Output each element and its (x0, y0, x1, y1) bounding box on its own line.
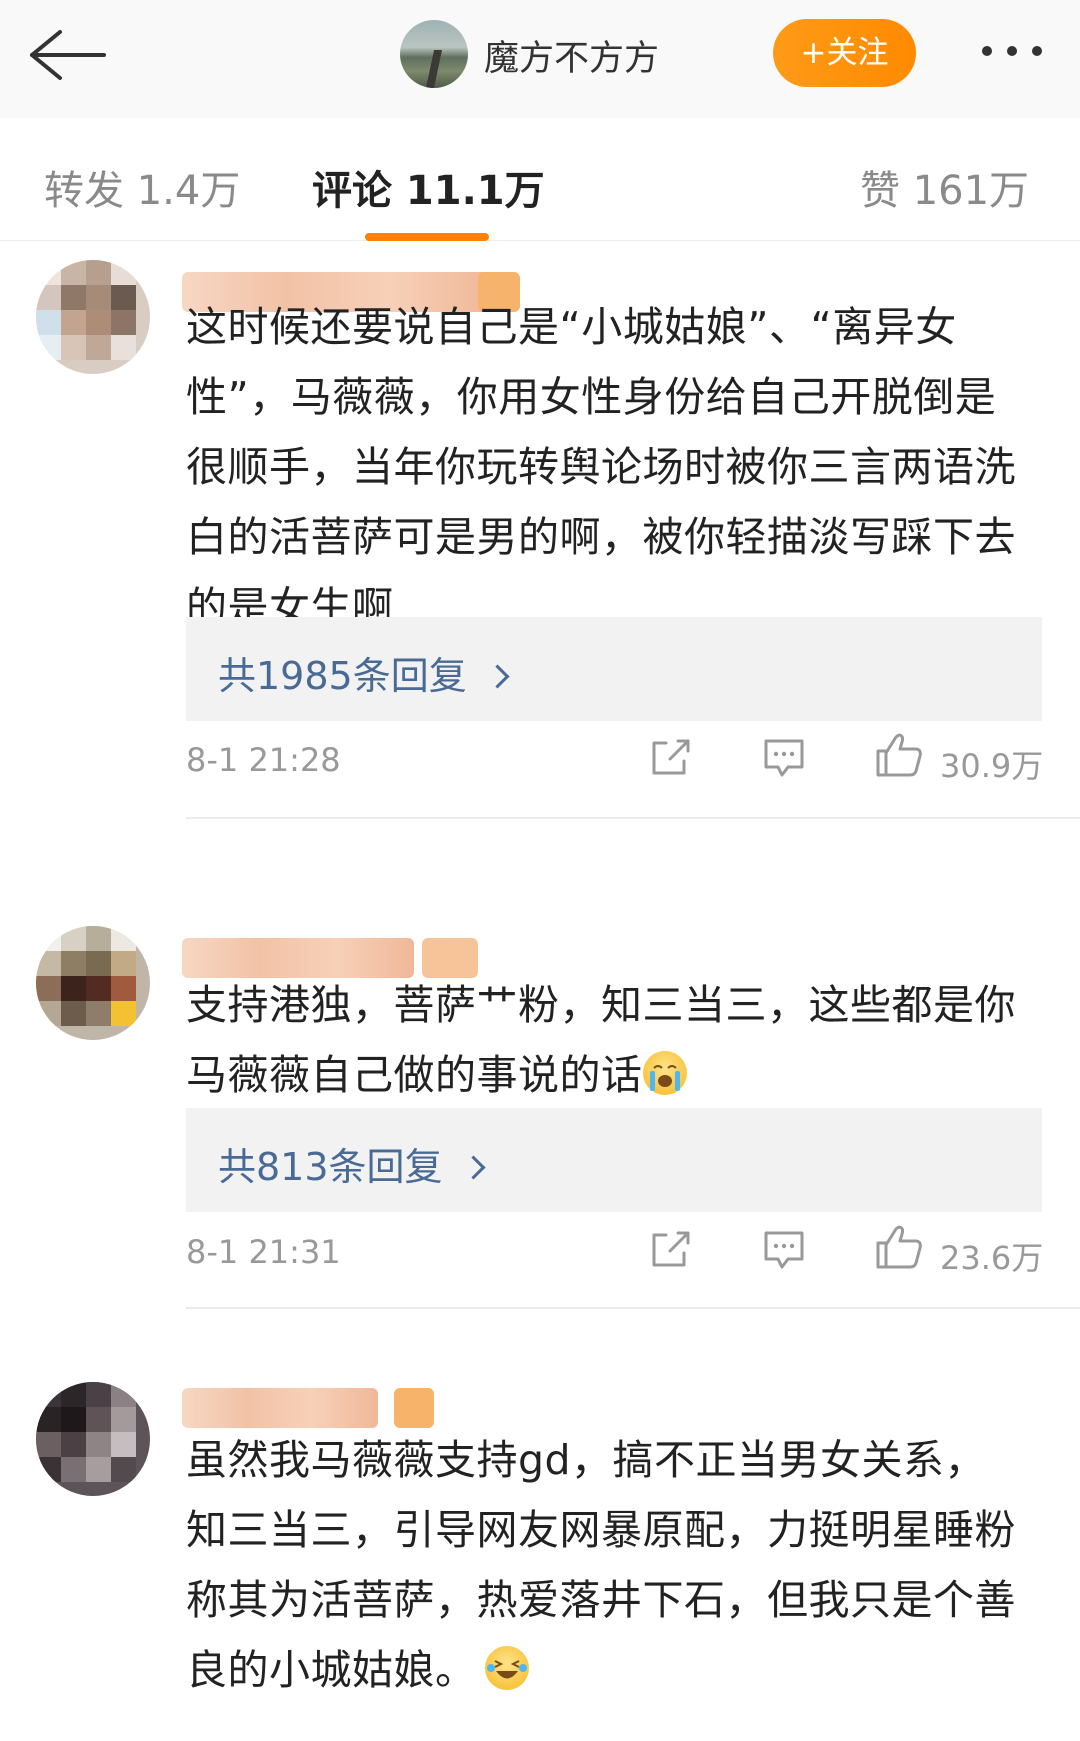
tab-reposts[interactable]: 转发 1.4万 (44, 158, 240, 216)
follow-button[interactable]: +关注 (773, 19, 916, 87)
tab-comments[interactable]: 评论 11.1万 (312, 158, 545, 216)
more-options-icon[interactable] (972, 34, 1052, 68)
comment-text: 支持港独，菩萨艹粉，知三当三，这些都是你马薇薇自己做的事说的话 (186, 970, 1026, 1110)
comment-timestamp: 8-1 21:28 (186, 741, 341, 779)
comment-divider (186, 1307, 1080, 1309)
laughing-crying-emoji (484, 1646, 529, 1690)
view-replies-button[interactable]: 共1985条回复 (186, 617, 1042, 721)
commenter-avatar[interactable] (36, 260, 150, 374)
commenter-avatar[interactable] (36, 926, 150, 1040)
top-bar: 魔方不方方 +关注 (0, 0, 1080, 119)
back-arrow-icon[interactable] (22, 20, 112, 90)
commenter-avatar[interactable] (36, 1382, 150, 1496)
comment-text: 虽然我马薇薇支持gd，搞不正当男女关系，知三当三，引导网友网暴原配，力挺明星睡粉… (186, 1425, 1026, 1725)
view-replies-button[interactable]: 共813条回复 (186, 1108, 1042, 1212)
chevron-right-icon (461, 1155, 486, 1180)
like-thumb-icon[interactable] (874, 1223, 924, 1275)
comment-timestamp: 8-1 21:31 (186, 1233, 341, 1271)
like-count: 23.6万 (940, 1239, 1044, 1277)
author-avatar[interactable] (400, 20, 468, 88)
like-thumb-icon[interactable] (874, 731, 924, 783)
tab-bar: 转发 1.4万 评论 11.1万 赞 161万 (0, 118, 1080, 241)
comment-text-body: 虽然我马薇薇支持gd，搞不正当男女关系，知三当三，引导网友网暴原配，力挺明星睡粉… (186, 1436, 1016, 1694)
chevron-right-icon (485, 664, 510, 689)
crying-face-emoji (642, 1051, 687, 1095)
active-tab-indicator (365, 233, 489, 241)
share-icon[interactable] (648, 1229, 692, 1273)
commenter-name-redacted[interactable] (182, 1388, 522, 1428)
author-name[interactable]: 魔方不方方 (484, 30, 659, 81)
comment-text-body: 支持港独，菩萨艹粉，知三当三，这些都是你马薇薇自己做的事说的话 (186, 981, 1016, 1099)
replies-count-label: 共813条回复 (218, 1145, 443, 1189)
comment-text: 这时候还要说自己是“小城姑娘”、“离异女性”，马薇薇，你用女性身份给自己开脱倒是… (186, 303, 1016, 631)
tab-likes[interactable]: 赞 161万 (860, 158, 1029, 216)
share-icon[interactable] (648, 737, 692, 781)
comment-divider (186, 817, 1080, 819)
reply-comment-icon[interactable] (762, 1229, 806, 1275)
reply-comment-icon[interactable] (762, 737, 806, 783)
like-count: 30.9万 (940, 747, 1044, 785)
replies-count-label: 共1985条回复 (218, 654, 467, 698)
